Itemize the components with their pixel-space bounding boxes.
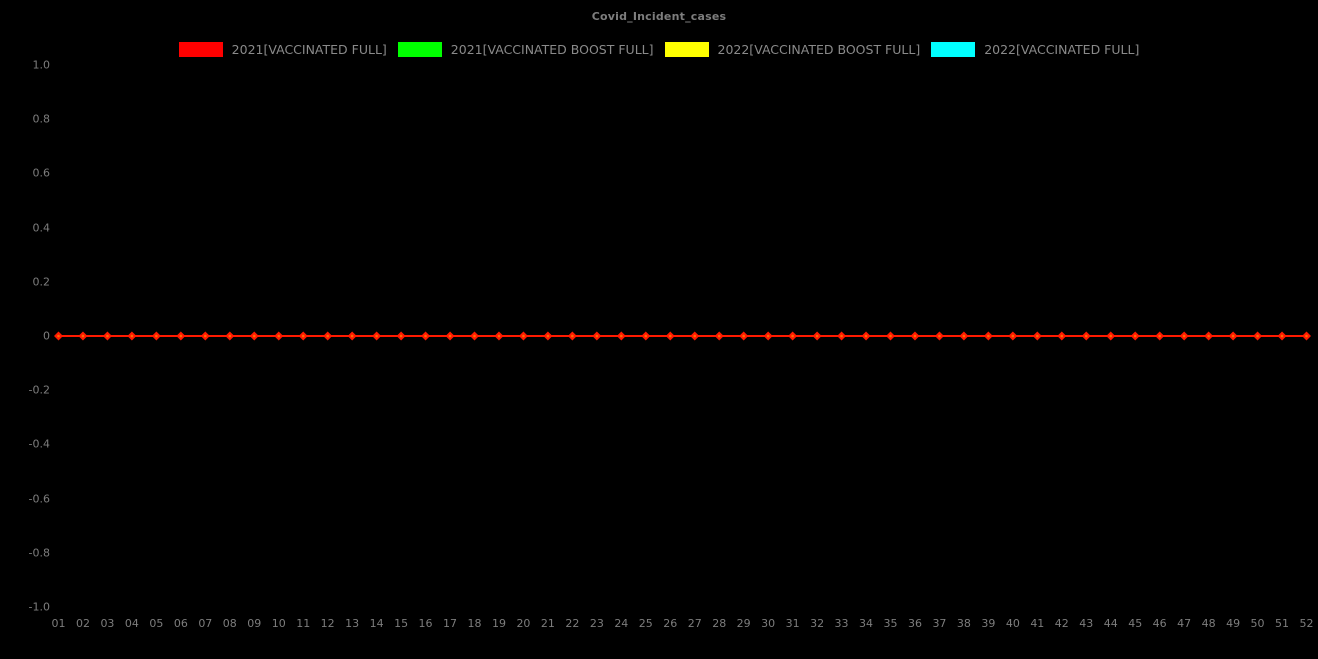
chart-container: Covid_Incident_cases 2021[VACCINATED FUL… [0,0,1318,659]
data-point-marker-center [375,335,378,338]
data-point-marker-center [1060,335,1063,338]
data-point-marker-center [1158,335,1161,338]
data-point-marker-center [987,335,990,338]
data-point-marker-center [449,335,452,338]
data-point-marker-center [889,335,892,338]
data-point-marker-center [816,335,819,338]
data-point-marker-center [644,335,647,338]
data-point-marker-center [253,335,256,338]
data-point-marker-center [1012,335,1015,338]
data-point-marker-center [351,335,354,338]
data-point-marker-center [473,335,476,338]
data-point-marker-center [669,335,672,338]
data-point-marker-center [155,335,158,338]
data-point-marker-center [963,335,966,338]
data-point-marker-center [400,335,403,338]
data-point-marker-center [82,335,85,338]
data-point-marker-center [547,335,550,338]
data-point-marker-center [1036,335,1039,338]
data-point-marker-center [1207,335,1210,338]
data-point-marker-center [228,335,231,338]
data-point-marker-center [424,335,427,338]
data-point-marker-center [1134,335,1137,338]
data-point-marker-center [693,335,696,338]
data-point-marker-center [277,335,280,338]
data-point-marker-center [1305,335,1308,338]
data-point-marker-center [840,335,843,338]
data-point-marker-center [938,335,941,338]
data-point-marker-center [914,335,917,338]
data-point-marker-center [204,335,207,338]
data-point-marker-center [742,335,745,338]
data-point-marker-center [1085,335,1088,338]
data-point-marker-center [1109,335,1112,338]
data-point-marker-center [326,335,329,338]
data-point-marker-center [767,335,770,338]
data-point-marker-center [791,335,794,338]
data-point-marker-center [180,335,183,338]
data-point-marker-center [596,335,599,338]
data-point-marker-center [865,335,868,338]
data-point-marker-center [1183,335,1186,338]
data-point-marker-center [131,335,134,338]
data-point-marker-center [620,335,623,338]
data-point-marker-center [571,335,574,338]
data-point-marker-center [498,335,501,338]
data-point-marker-center [1281,335,1284,338]
data-point-marker-center [718,335,721,338]
plot-area [0,0,1318,659]
data-point-marker-center [522,335,525,338]
data-point-marker-center [1232,335,1235,338]
data-point-marker-center [302,335,305,338]
data-point-marker-center [57,335,60,338]
data-point-marker-center [1256,335,1259,338]
data-point-marker-center [106,335,109,338]
